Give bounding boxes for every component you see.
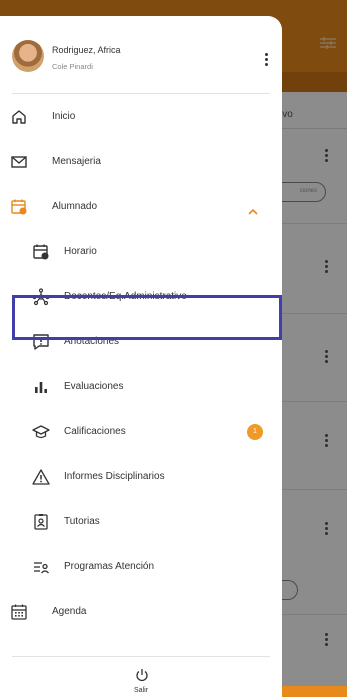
logout-button[interactable]: Salir: [0, 660, 282, 697]
drawer-menu: Inicio Mensajeria Alumnado Horario Docen…: [0, 94, 282, 634]
more-vertical-icon[interactable]: [262, 53, 270, 69]
menu-item-agenda[interactable]: Agenda: [0, 589, 282, 634]
menu-item-label: Tutorias: [64, 516, 100, 527]
menu-item-evaluaciones[interactable]: Evaluaciones: [0, 364, 282, 409]
power-icon: [135, 668, 149, 682]
menu-item-inicio[interactable]: Inicio: [0, 94, 282, 139]
bar-chart-icon: [32, 378, 50, 396]
profile-header[interactable]: Rodriguez, Africa Cole Pinardi: [0, 16, 282, 94]
menu-item-mensajeria[interactable]: Mensajeria: [0, 139, 282, 184]
calendar-user-icon: [10, 198, 28, 216]
home-icon: [10, 108, 28, 126]
menu-item-programas-atencion[interactable]: Programas Atención: [0, 544, 282, 589]
calendar-clock-icon: [32, 243, 50, 261]
menu-item-label: Informes Disciplinarios: [64, 471, 165, 482]
menu-item-tutorias[interactable]: Tutorias: [0, 499, 282, 544]
profile-school: Cole Pinardi: [52, 62, 93, 71]
profile-name: Rodriguez, Africa: [52, 45, 121, 55]
list-person-icon: [32, 558, 50, 576]
menu-item-label: Evaluaciones: [64, 381, 124, 392]
menu-item-label: Agenda: [52, 606, 87, 617]
warning-icon: [32, 468, 50, 486]
menu-item-informes-disciplinarios[interactable]: Informes Disciplinarios: [0, 454, 282, 499]
menu-item-label: Horario: [64, 246, 97, 257]
divider: [12, 656, 270, 657]
menu-item-label: Mensajeria: [52, 156, 101, 167]
mail-icon: [10, 153, 28, 171]
menu-item-label: Inicio: [52, 111, 76, 122]
chevron-up-icon[interactable]: [248, 203, 258, 215]
notification-badge: 1: [247, 423, 263, 440]
menu-item-label: Calificaciones: [64, 426, 126, 437]
menu-item-alumnado[interactable]: Alumnado: [0, 184, 282, 229]
menu-item-horario[interactable]: Horario: [0, 229, 282, 274]
navigation-drawer: Rodriguez, Africa Cole Pinardi Inicio Me…: [0, 16, 282, 697]
avatar: [12, 40, 44, 72]
agenda-icon: [10, 603, 28, 621]
menu-item-label: Programas Atención: [64, 561, 155, 572]
logout-label: Salir: [133, 687, 148, 694]
graduation-cap-icon: [32, 423, 50, 441]
selection-highlight: [12, 295, 282, 340]
menu-item-calificaciones[interactable]: Calificaciones 1: [0, 409, 282, 454]
id-badge-icon: [32, 513, 50, 531]
menu-item-label: Alumnado: [52, 201, 98, 212]
